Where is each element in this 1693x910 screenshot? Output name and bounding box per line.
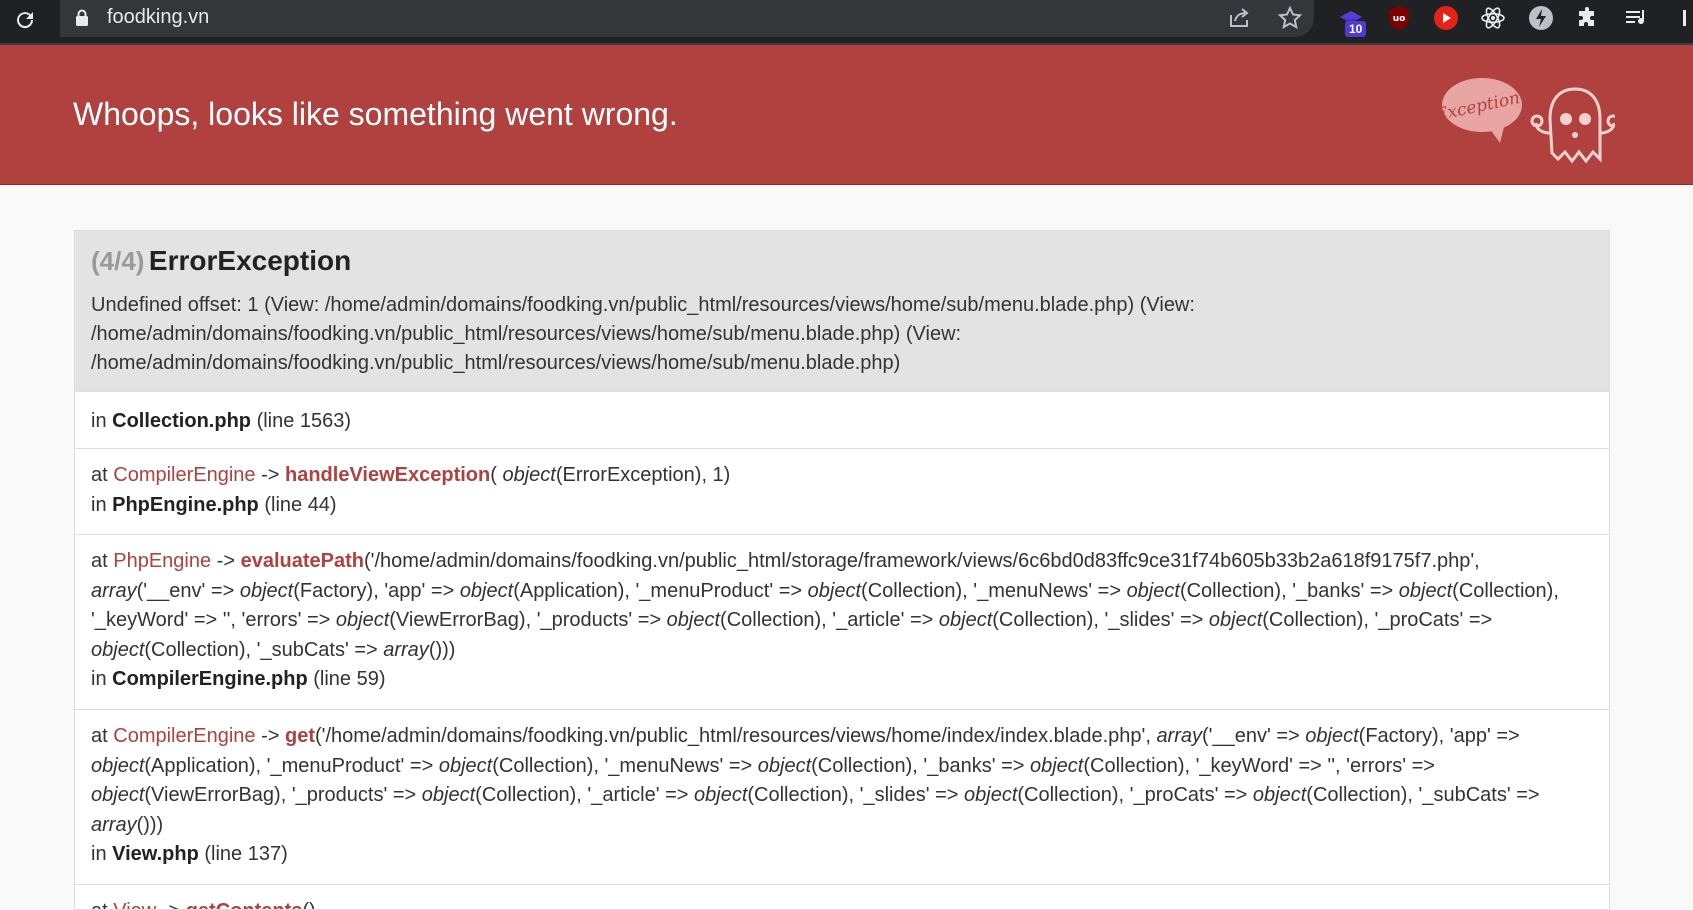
trace-at-label: at [91, 900, 113, 909]
reload-icon[interactable] [10, 5, 40, 35]
trace-arrow: -> [255, 464, 285, 486]
error-header: Whoops, looks like something went wrong.… [0, 45, 1693, 185]
youtube-play-icon[interactable] [1432, 4, 1460, 32]
exception-counter: (4/4) [91, 246, 145, 276]
trace-function: evaluatePath [240, 550, 364, 572]
trace-row: in Collection.php (line 1563) [75, 391, 1609, 448]
menu-icon[interactable] [1670, 4, 1693, 32]
trace-at-label: at [91, 725, 114, 747]
trace-function: get [285, 725, 315, 747]
lightning-icon[interactable] [1527, 4, 1555, 32]
browser-toolbar: foodking.vn 10 uo [0, 0, 1693, 45]
trace-row: at CompilerEngine -> handleViewException… [75, 448, 1609, 534]
trace-class: CompilerEngine [113, 725, 256, 747]
trace-arrow: -> [211, 550, 241, 572]
lock-icon[interactable] [75, 9, 89, 27]
trace-file: CompilerEngine.php [112, 668, 308, 690]
trace-function: handleViewException [285, 464, 491, 486]
trace-in-label: in [91, 843, 113, 865]
extensions-puzzle-icon[interactable] [1574, 4, 1602, 32]
url-text[interactable]: foodking.vn [107, 6, 209, 29]
trace-line: (line 1563) [251, 410, 352, 432]
trace-row: at CompilerEngine -> get('/home/admin/do… [75, 709, 1609, 884]
trace-line: (line 44) [258, 493, 337, 516]
error-title: Whoops, looks like something went wrong. [73, 96, 678, 132]
trace-class: CompilerEngine [113, 464, 256, 486]
trace-function: getContents [186, 900, 303, 909]
trace-row: at View -> getContents() [75, 884, 1609, 909]
trace-class: PhpEngine [113, 550, 212, 572]
trace-arrow: -> [156, 900, 185, 909]
svg-text:uo: uo [1393, 14, 1406, 24]
trace-args: ( object(ErrorException), 1) [490, 464, 731, 486]
share-icon[interactable] [1226, 5, 1252, 31]
trace-line: (line 59) [307, 668, 386, 690]
trace-file: Collection.php [112, 410, 252, 432]
trace-class: View [113, 900, 156, 909]
address-bar[interactable] [60, 0, 1314, 37]
exception-class: ErrorException [148, 245, 352, 276]
trace-at-label: at [91, 550, 114, 572]
extension-badge: 10 [1345, 21, 1367, 37]
exception-summary: (4/4) ErrorException Undefined offset: 1… [75, 231, 1609, 391]
ublock-icon[interactable]: uo [1385, 4, 1413, 32]
trace-file: View.php [112, 843, 199, 865]
trace-row: at PhpEngine -> evaluatePath('/home/admi… [75, 534, 1609, 709]
exception-block: (4/4) ErrorException Undefined offset: 1… [74, 230, 1610, 910]
bookmark-star-icon[interactable] [1277, 5, 1303, 31]
trace-line: (line 137) [198, 843, 288, 865]
exception-message: Undefined offset: 1 (View: /home/admin/d… [91, 294, 1195, 374]
trace-args: () [302, 900, 315, 909]
reading-list-icon[interactable] [1622, 4, 1650, 32]
exception-ghost-logo: Exception! [1440, 78, 1615, 164]
trace-file: PhpEngine.php [112, 493, 259, 516]
trace-in-label: in [91, 668, 113, 690]
trace-at-label: at [91, 464, 114, 486]
trace-arrow: -> [255, 725, 285, 747]
trace-in-label: in [91, 410, 113, 432]
react-devtools-icon[interactable] [1479, 4, 1507, 32]
trace-in-label: in [91, 493, 113, 516]
